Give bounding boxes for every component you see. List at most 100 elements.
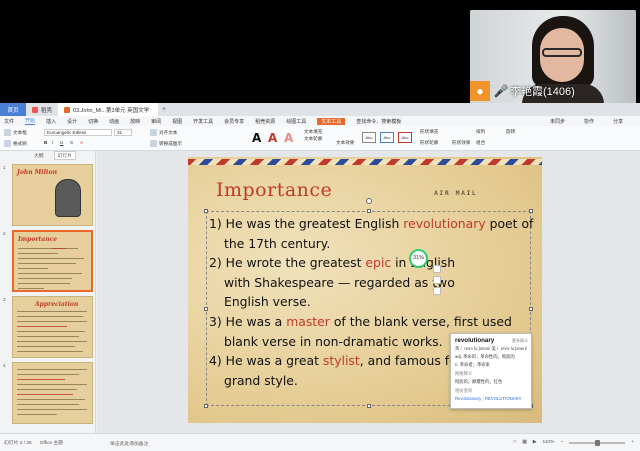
arrange-button[interactable]: 排列: [476, 129, 485, 135]
airmail-stamp: AIR MAIL: [434, 189, 478, 197]
dict-pronunciation[interactable]: 英 / ˌrevəˈluːʃənəri/ 美 / ˌrevəˈluːʃəneri…: [455, 346, 527, 352]
resize-handle[interactable]: [204, 404, 208, 408]
layer-icon[interactable]: [433, 265, 441, 273]
menu-developer[interactable]: 开发工具: [193, 118, 213, 125]
resize-handle[interactable]: [204, 307, 208, 311]
italic-button[interactable]: I: [52, 140, 53, 145]
point-3: 3) He was a master of the blank verse, f…: [209, 313, 512, 329]
new-tab-button[interactable]: +: [158, 106, 170, 113]
resize-handle[interactable]: [367, 209, 371, 213]
menu-review[interactable]: 审阅: [151, 118, 161, 125]
style-icon[interactable]: [433, 276, 441, 284]
tab-document[interactable]: 03.John_Mi...第3单元 英国文学: [58, 103, 159, 116]
slide-counter: 幻灯片 2 / 26: [4, 441, 32, 446]
menu-resources[interactable]: 稻壳资源: [255, 118, 275, 125]
dictionary-popup: revolutionary 更多释义 英 / ˌrevəˈluːʃənəri/ …: [450, 333, 532, 409]
text-effects-button[interactable]: 文本效果: [336, 140, 354, 146]
text-outline-button[interactable]: 文本轮廓: [304, 136, 322, 142]
menu-slideshow[interactable]: 放映: [130, 118, 140, 125]
tab-slides[interactable]: 幻灯片: [53, 151, 77, 160]
ribbon-toolbar: 文本框 格式刷 Euroangelic Edless 31 B I U S A …: [0, 126, 640, 151]
slide-thumbnail-3[interactable]: Appreciation: [12, 296, 93, 358]
menu-file[interactable]: 文件: [4, 118, 14, 125]
theme-name[interactable]: Office 主题: [40, 439, 63, 446]
menu-text-tools[interactable]: 文本工具: [317, 117, 346, 125]
zoom-slider[interactable]: [569, 439, 626, 446]
zoom-level[interactable]: 110%: [542, 440, 554, 445]
text-style-red[interactable]: A: [268, 131, 277, 145]
text-fill-button[interactable]: 文本填充: [304, 129, 322, 135]
microphone-icon[interactable]: 🎤: [494, 81, 509, 101]
resize-handle[interactable]: [204, 209, 208, 213]
shape-outline-button[interactable]: 形状轮廓: [420, 140, 438, 146]
dict-related-link[interactable]: Revolutionary ; REVOLUTIONARY: [455, 396, 527, 401]
notes-placeholder[interactable]: 单击此处添加备注: [110, 440, 148, 447]
slide-panel: 大纲 幻灯片 1 John Milton 2 Importance 3 Appr…: [0, 151, 96, 433]
bold-button[interactable]: B: [44, 140, 47, 145]
shape-fill-button[interactable]: 形状填充: [420, 129, 438, 135]
tab-outline[interactable]: 大纲: [34, 152, 44, 159]
font-name-select[interactable]: Euroangelic Edless: [44, 129, 112, 136]
dict-more-link[interactable]: 更多释义: [512, 338, 528, 344]
smartart-icon: [150, 140, 157, 147]
dict-definition: adj. 革命的；革命性的，彻底的: [455, 354, 515, 359]
dict-definition: 彻底的；颠覆性的；红色: [455, 379, 503, 384]
slide-thumbnail-1[interactable]: John Milton: [12, 164, 93, 226]
share-button[interactable]: 分享: [613, 118, 623, 125]
shape-style-1[interactable]: Abc: [362, 132, 376, 143]
thumb-title: Appreciation: [35, 301, 79, 308]
tab-docer[interactable]: 稻壳: [26, 103, 59, 116]
menu-insert[interactable]: 插入: [46, 118, 56, 125]
view-sorter-icon[interactable]: ▦: [522, 440, 527, 445]
zoom-out-icon[interactable]: −: [560, 440, 563, 445]
menu-member[interactable]: 会员专享: [224, 118, 244, 125]
slide-title[interactable]: Importance: [216, 179, 332, 201]
shape-style-2[interactable]: Abc: [380, 132, 394, 143]
font-color-button[interactable]: A: [80, 140, 83, 145]
shape-style-3[interactable]: Abc: [398, 132, 412, 143]
format-painter-button[interactable]: 格式刷: [4, 140, 27, 147]
menu-drawing-tools[interactable]: 绘图工具: [286, 118, 306, 125]
underline-button[interactable]: U: [60, 140, 63, 145]
collaborate-button[interactable]: 协作: [584, 118, 594, 125]
progress-badge[interactable]: 31%: [409, 249, 428, 268]
menu-animation[interactable]: 动画: [109, 118, 119, 125]
slide-number: 1: [3, 165, 6, 170]
resize-handle[interactable]: [367, 404, 371, 408]
rotate-handle[interactable]: [366, 198, 372, 204]
smartart-button[interactable]: 转换成图示: [150, 140, 182, 147]
play-icon[interactable]: ▶: [533, 440, 537, 445]
textbox-button[interactable]: 文本框: [4, 129, 27, 136]
slide-thumbnail-2[interactable]: Importance: [12, 230, 93, 292]
strikethrough-button[interactable]: S: [70, 140, 73, 145]
text-style-pink[interactable]: A: [284, 131, 293, 145]
slide-thumbnail-4[interactable]: [12, 362, 93, 424]
group-button[interactable]: 组合: [476, 140, 485, 146]
font-size-select[interactable]: 31: [114, 129, 132, 136]
portrait-image: [55, 179, 81, 217]
slide-number: 2: [3, 231, 6, 236]
point-2-cont2: English verse.: [224, 294, 311, 310]
sync-status[interactable]: 未同步: [550, 118, 565, 125]
command-search[interactable]: 查找命令、搜索模板: [356, 118, 401, 125]
menu-home[interactable]: 开始: [25, 117, 36, 125]
menu-transition[interactable]: 切换: [88, 118, 98, 125]
shape-effects-button[interactable]: 形状效果: [452, 140, 470, 146]
view-normal-icon[interactable]: □: [513, 440, 516, 445]
align-icon: [150, 129, 157, 136]
point-1: 1) He was the greatest English revolutio…: [209, 216, 534, 231]
menu-view[interactable]: 视图: [172, 118, 182, 125]
tab-home[interactable]: 首页: [0, 103, 26, 116]
status-bar: 幻灯片 2 / 26 Office 主题 单击此处添加备注 □ ▦ ▶ 110%…: [0, 433, 640, 451]
rotate-button[interactable]: 旋转: [506, 129, 515, 135]
menu-bar: 文件 开始 插入 设计 切换 动画 放映 审阅 视图 开发工具 会员专享 稻壳资…: [0, 116, 640, 126]
thumb-title: Importance: [18, 236, 58, 243]
menu-design[interactable]: 设计: [67, 118, 77, 125]
align-text-button[interactable]: 对齐文本: [150, 129, 177, 136]
text-style-black[interactable]: A: [252, 131, 261, 145]
resize-handle[interactable]: [529, 209, 533, 213]
ppt-icon: [64, 106, 71, 113]
zoom-in-icon[interactable]: +: [631, 440, 634, 445]
settings-icon[interactable]: [433, 287, 441, 295]
dict-definition: n. 革命者；革命家: [455, 362, 490, 367]
